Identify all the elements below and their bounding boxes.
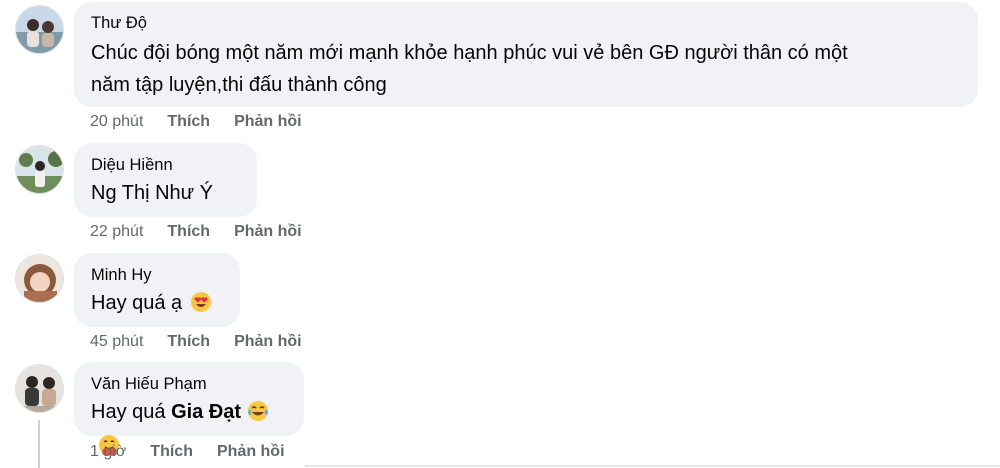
avatar[interactable]: [15, 145, 64, 194]
mention-link[interactable]: Gia Đạt: [171, 401, 241, 423]
comment-timestamp[interactable]: 22 phút: [90, 223, 143, 241]
comment-author[interactable]: Minh Hy: [91, 264, 223, 286]
comment-bubble: Diệu Hiềnn Ng Thị Như Ý: [74, 143, 257, 217]
comment-actions: 1 giờ Thích Phản hồi: [90, 443, 285, 461]
reply-button[interactable]: Phản hồi: [234, 333, 302, 351]
comment-bubble: Minh Hy Hay quá ạ: [74, 253, 240, 327]
comment-actions: 20 phút Thích Phản hồi: [90, 113, 302, 131]
avatar[interactable]: [15, 254, 64, 303]
like-button[interactable]: Thích: [167, 223, 210, 241]
comment-author[interactable]: Thư Độ: [91, 12, 961, 34]
reply-button[interactable]: Phản hồi: [234, 113, 302, 131]
comment-bubble: Thư Độ Chúc đội bóng một năm mới mạnh kh…: [74, 2, 978, 107]
avatar[interactable]: [15, 364, 64, 413]
like-button[interactable]: Thích: [167, 333, 210, 351]
comment-text-line2: năm tập luyện,thi đấu thành công: [91, 74, 387, 96]
comment-author[interactable]: Diệu Hiềnn: [91, 154, 240, 176]
comment-text: Chúc đội bóng một năm mới mạnh khỏe hạnh…: [91, 42, 848, 64]
laughing-tears-emoji-icon: [247, 400, 269, 432]
comment-timestamp[interactable]: 20 phút: [90, 113, 143, 131]
comment-timestamp[interactable]: 1 giờ: [90, 443, 126, 461]
comment-text-content: Hay quá ạ: [91, 292, 183, 314]
like-button[interactable]: Thích: [150, 443, 193, 461]
comment-text-content: Hay quá: [91, 401, 166, 423]
heart-eyes-emoji-icon: [190, 291, 212, 323]
comment-text: Ng Thị Như Ý: [91, 182, 213, 204]
comment-actions: 45 phút Thích Phản hồi: [90, 333, 302, 351]
reply-button[interactable]: Phản hồi: [217, 443, 285, 461]
thread-connector-line: [38, 420, 40, 468]
avatar[interactable]: [15, 5, 64, 54]
comment-timestamp[interactable]: 45 phút: [90, 333, 143, 351]
divider: [305, 465, 1000, 467]
reply-button[interactable]: Phản hồi: [234, 223, 302, 241]
comment-bubble: Văn Hiếu Phạm Hay quá Gia Đạt: [74, 362, 304, 456]
comment-text: Hay quá ạ: [91, 287, 223, 323]
like-button[interactable]: Thích: [167, 113, 210, 131]
comment-author[interactable]: Văn Hiếu Phạm: [91, 373, 287, 395]
comment-actions: 22 phút Thích Phản hồi: [90, 223, 302, 241]
